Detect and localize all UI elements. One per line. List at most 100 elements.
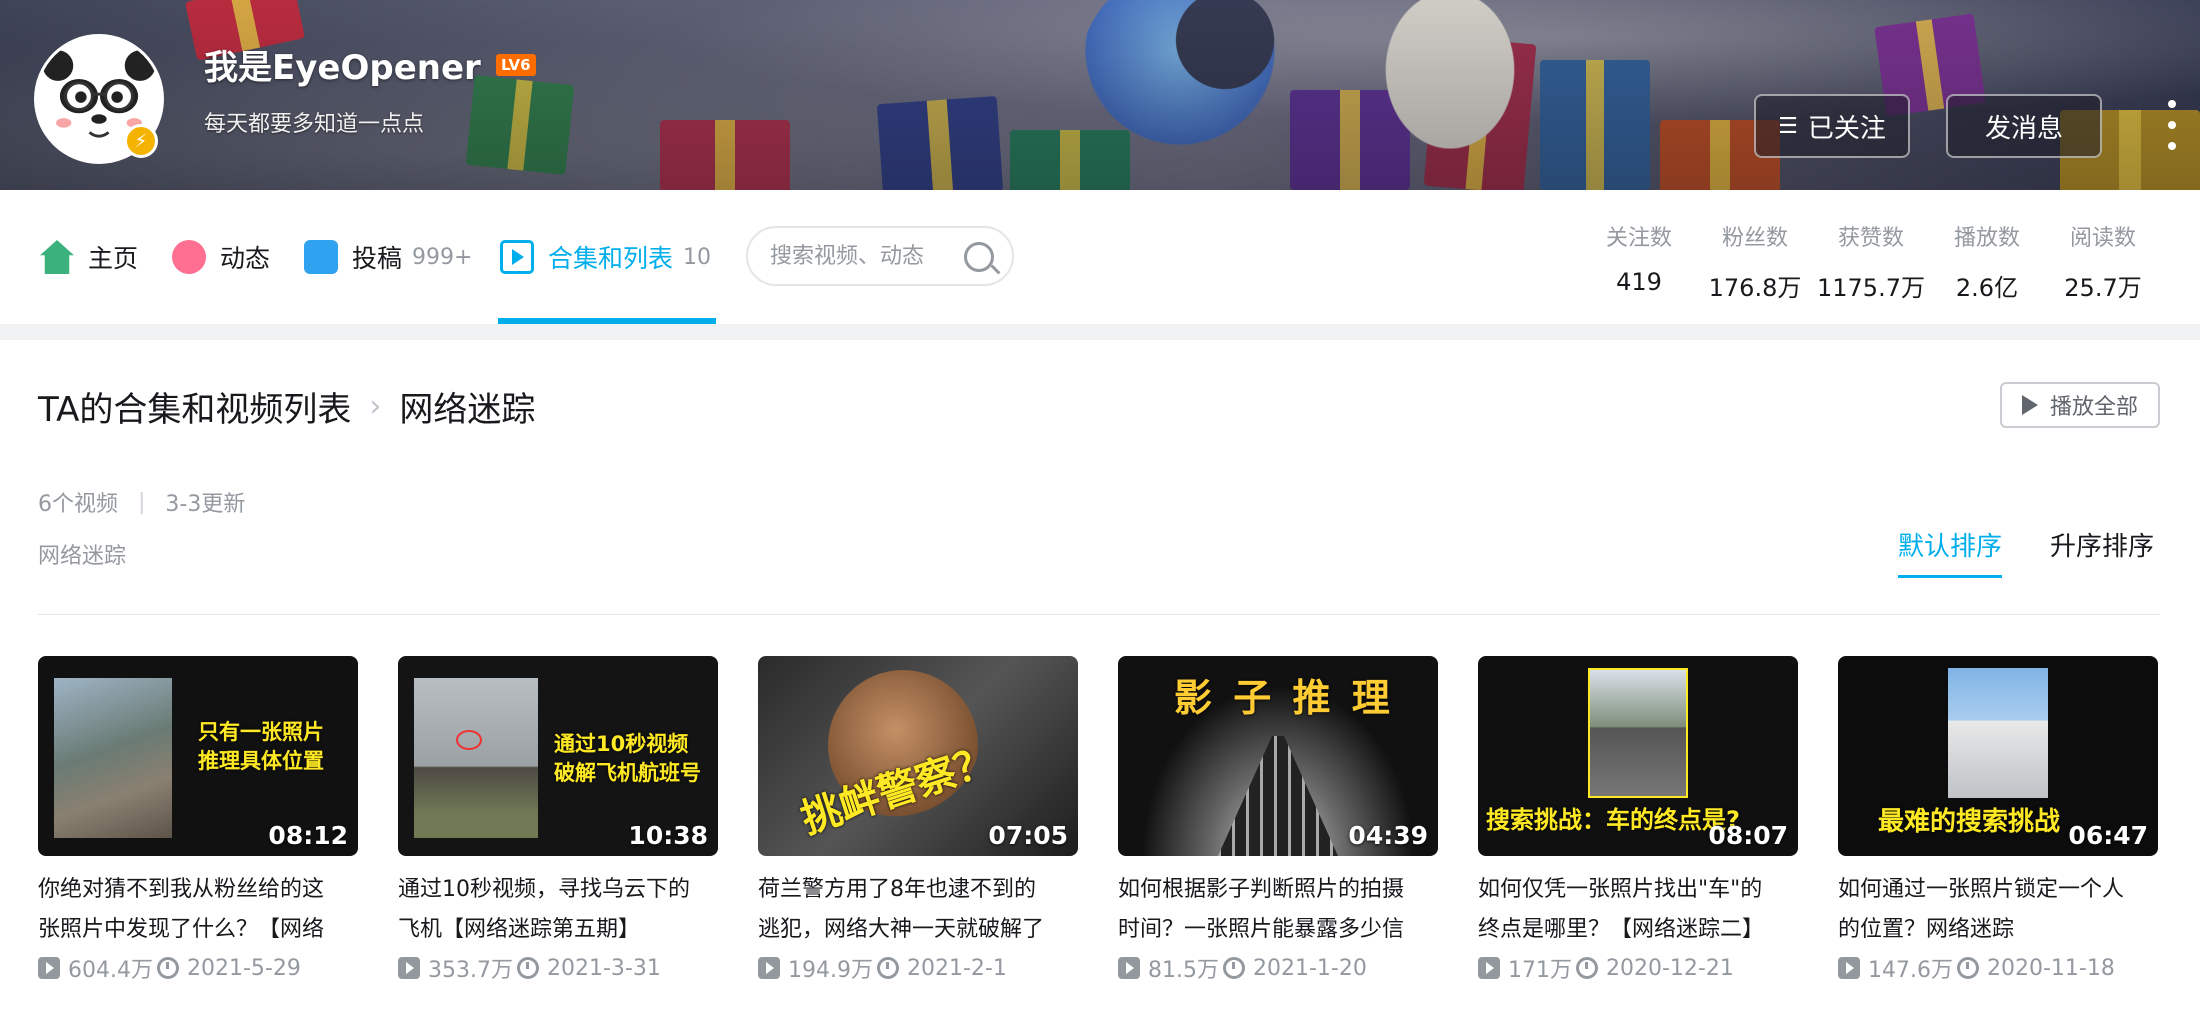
view-count: 194.9万	[788, 958, 873, 983]
video-thumbnail[interactable]: 挑衅警察？ 07:05	[758, 656, 1078, 856]
tab-uploads-count: 999+	[412, 244, 473, 270]
video-thumbnail[interactable]: 影 子 推 理 04:39	[1118, 656, 1438, 856]
clock-icon	[876, 957, 899, 979]
stat-following[interactable]: 关注数 419	[1584, 220, 1694, 296]
play-all-label: 播放全部	[2049, 395, 2138, 420]
view-count: 147.6万	[1868, 958, 1953, 983]
thumbnail-caption: 搜索挑战：车的终点是?	[1486, 806, 1740, 834]
video-duration: 06:47	[2068, 821, 2148, 850]
clock-icon	[1223, 957, 1245, 979]
clock-icon	[156, 957, 179, 979]
thumbnail-caption: 最难的搜索挑战	[1878, 807, 2061, 837]
view-count: 171万	[1508, 958, 1572, 983]
tab-collections[interactable]: 合集和列表 10	[500, 190, 711, 324]
video-title[interactable]: 如何仅凭一张照片找出"车"的 终点是哪里？【网络迷踪二】	[1478, 870, 1798, 950]
dynamic-icon	[172, 240, 206, 274]
clock-icon	[1576, 957, 1598, 979]
video-thumbnail[interactable]: 通过10秒视频 破解飞机航班号 10:38	[398, 656, 718, 856]
stat-value: 419	[1616, 268, 1662, 296]
publish-date: 2021-2-1	[906, 955, 1007, 981]
home-icon	[40, 240, 74, 274]
playlist-icon	[500, 240, 534, 274]
verified-lightning-icon: ⚡	[124, 124, 158, 158]
collection-content: TA的合集和视频列表 › 网络迷踪 播放全部 6个视频 | 3-3更新 网络迷踪…	[0, 340, 2200, 1036]
stat-label: 播放数	[1953, 226, 2020, 251]
publish-date: 2021-3-31	[546, 955, 661, 981]
video-title[interactable]: 如何根据影子判断照片的拍摄 时间？一张照片能暴露多少信	[1118, 870, 1438, 950]
video-card[interactable]: 搜索挑战：车的终点是? 08:07 如何仅凭一张照片找出"车"的 终点是哪里？【…	[1478, 656, 1798, 984]
sort-default[interactable]: 默认排序	[1898, 526, 2003, 578]
video-card[interactable]: 通过10秒视频 破解飞机航班号 10:38 通过10秒视频，寻找乌云下的 飞机【网…	[398, 656, 718, 984]
search-icon[interactable]	[964, 242, 994, 272]
profile-nav: 主页 动态 投稿 999+ 合集和列表 10 关注数 419 粉丝数 176.8…	[0, 190, 2200, 324]
active-tab-indicator	[498, 318, 716, 324]
play-count-icon	[758, 957, 780, 979]
video-stats: 194.9万 2021-2-1	[758, 952, 1078, 984]
video-card[interactable]: 只有一张照片 推理具体位置 08:12 你绝对猜不到我从粉丝给的这 张照片中发现了…	[38, 656, 358, 984]
video-duration: 08:07	[1708, 821, 1788, 850]
tab-home[interactable]: 主页	[40, 190, 138, 324]
clock-icon	[516, 957, 539, 979]
video-stats: 353.7万 2021-3-31	[398, 952, 718, 984]
thumbnail-caption: 只有一张照片 推理具体位置	[198, 720, 324, 774]
menu-lines-icon: ☰	[1778, 113, 1798, 139]
collection-description: 网络迷踪	[38, 544, 127, 569]
stat-likes: 获赞数 1175.7万	[1816, 220, 1926, 303]
stat-value: 176.8万	[1708, 274, 1802, 302]
video-count: 6个视频	[38, 492, 118, 517]
stat-value: 1175.7万	[1817, 274, 1925, 302]
stat-plays: 播放数 2.6亿	[1932, 220, 2042, 303]
send-message-button[interactable]: 发消息	[1946, 94, 2102, 158]
stat-label: 获赞数	[1837, 226, 1904, 251]
username: 我是EyeOpener	[204, 48, 481, 88]
breadcrumb-root[interactable]: TA的合集和视频列表	[38, 382, 351, 431]
search-input[interactable]	[770, 238, 960, 274]
play-count-icon	[38, 957, 60, 979]
play-count-icon	[398, 957, 420, 979]
video-stats: 81.5万 2021-1-20	[1118, 952, 1438, 984]
video-title[interactable]: 通过10秒视频，寻找乌云下的 飞机【网络迷踪第五期】	[398, 870, 718, 950]
view-count: 81.5万	[1148, 958, 1219, 983]
followed-button[interactable]: ☰ 已关注	[1754, 94, 1910, 158]
stat-followers[interactable]: 粉丝数 176.8万	[1700, 220, 1810, 303]
video-duration: 08:12	[268, 821, 348, 850]
tab-uploads[interactable]: 投稿 999+	[304, 190, 472, 324]
video-title[interactable]: 你绝对猜不到我从粉丝给的这 张照片中发现了什么？【网络	[38, 870, 358, 950]
tab-dynamic[interactable]: 动态	[172, 190, 270, 324]
tab-home-label: 主页	[88, 244, 139, 273]
video-stats: 147.6万 2020-11-18	[1838, 952, 2158, 984]
video-card[interactable]: 挑衅警察？ 07:05 荷兰警方用了8年也逮不到的 逃犯，网络大神一天就破解了 …	[758, 656, 1078, 984]
clock-icon	[1956, 957, 1979, 979]
video-card[interactable]: 最难的搜索挑战 06:47 如何通过一张照片锁定一个人 的位置？网络迷踪 147…	[1838, 656, 2158, 984]
tab-uploads-label: 投稿	[352, 244, 403, 273]
breadcrumb-current: 网络迷踪	[399, 390, 536, 430]
followed-button-label: 已关注	[1807, 113, 1886, 144]
update-date: 3-3更新	[165, 492, 246, 517]
view-count: 353.7万	[428, 958, 513, 983]
level-badge: LV6	[496, 54, 536, 76]
video-thumbnail[interactable]: 最难的搜索挑战 06:47	[1838, 656, 2158, 856]
video-thumbnail[interactable]: 只有一张照片 推理具体位置 08:12	[38, 656, 358, 856]
video-card[interactable]: 影 子 推 理 04:39 如何根据影子判断照片的拍摄 时间？一张照片能暴露多少…	[1118, 656, 1438, 984]
play-icon	[2021, 395, 2038, 415]
more-vertical-icon[interactable]	[2160, 100, 2184, 150]
video-duration: 04:39	[1348, 821, 1428, 850]
sort-ascending[interactable]: 升序排序	[2050, 526, 2154, 563]
chevron-right-icon: ›	[369, 389, 382, 424]
play-count-icon	[1118, 957, 1140, 979]
video-title[interactable]: 荷兰警方用了8年也逮不到的 逃犯，网络大神一天就破解了	[758, 870, 1078, 950]
stat-reads: 阅读数 25.7万	[2048, 220, 2158, 303]
divider	[38, 614, 2160, 615]
stat-label: 关注数	[1605, 226, 1672, 251]
tab-dynamic-label: 动态	[220, 244, 271, 273]
play-all-button[interactable]: 播放全部	[2000, 382, 2160, 428]
profile-banner: ⚡ 我是EyeOpener LV6 每天都要多知道一点点 ☰ 已关注 发消息	[0, 0, 2200, 190]
breadcrumb: TA的合集和视频列表 › 网络迷踪	[38, 382, 535, 431]
video-duration: 07:05	[988, 821, 1068, 850]
video-title[interactable]: 如何通过一张照片锁定一个人 的位置？网络迷踪	[1838, 870, 2158, 950]
stat-value: 2.6亿	[1955, 274, 2019, 302]
tab-collections-count: 10	[683, 244, 712, 270]
stat-value: 25.7万	[2064, 274, 2142, 302]
tab-collections-label: 合集和列表	[548, 244, 674, 273]
video-thumbnail[interactable]: 搜索挑战：车的终点是? 08:07	[1478, 656, 1798, 856]
